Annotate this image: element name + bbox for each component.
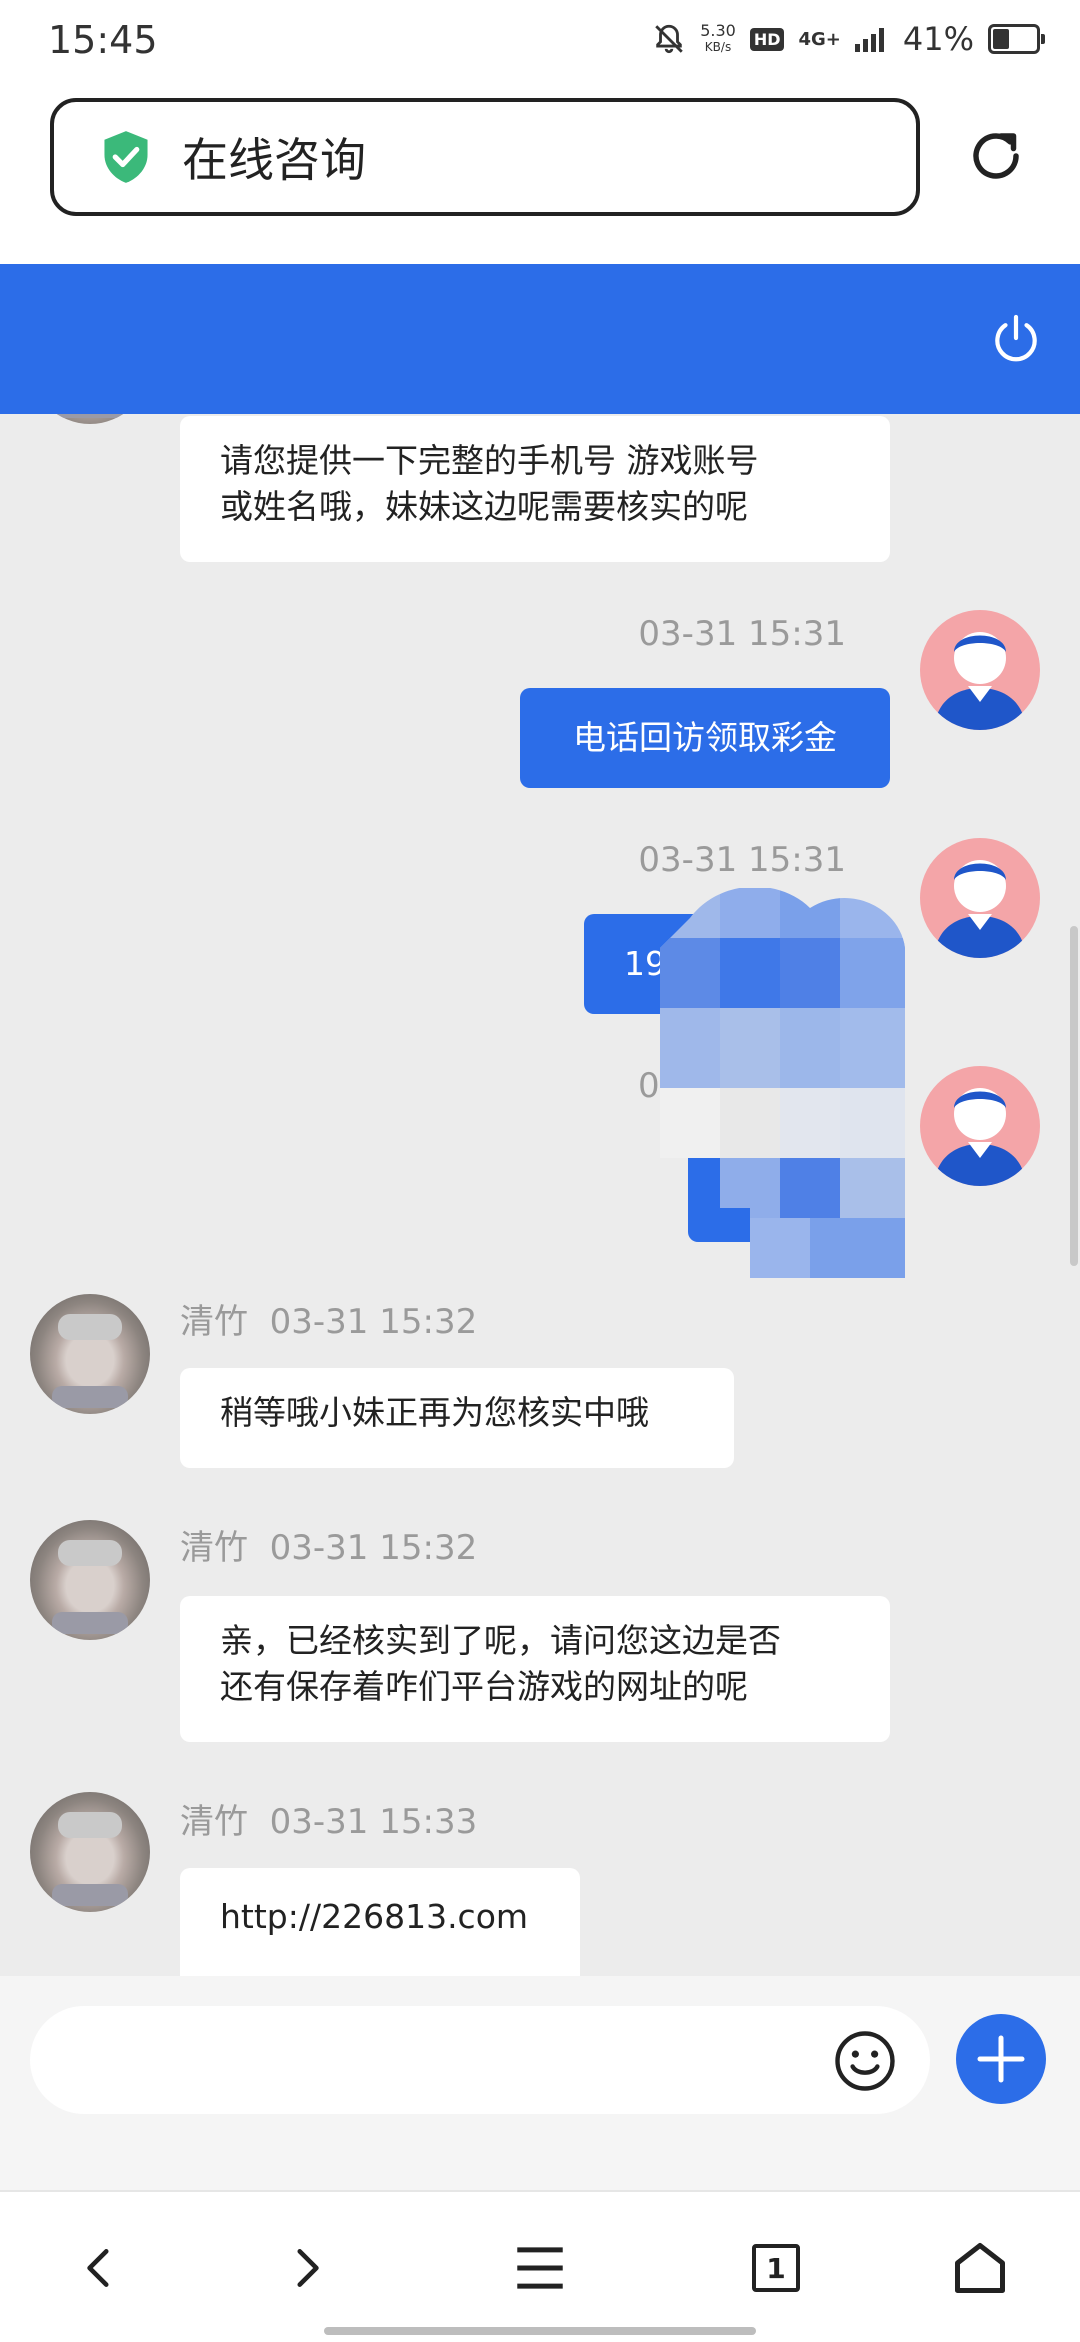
user-avatar xyxy=(920,1066,1040,1186)
message-timestamp: 03-31 15:32 xyxy=(269,1528,478,1568)
status-bar: 15:45 5.30 KB/s HD 4G+ 41% xyxy=(0,0,1080,88)
message-line: 还有保存着咋们平台游戏的网址的呢 xyxy=(220,1667,748,1706)
hd-badge: HD xyxy=(749,27,785,51)
user-avatar xyxy=(920,610,1040,730)
message-bubble: 亲，已经核实到了呢，请问您这边是否 还有保存着咋们平台游戏的网址的呢 xyxy=(180,1596,890,1742)
mute-bell-icon xyxy=(655,24,683,54)
net-speed-unit: KB/s xyxy=(704,40,732,54)
message-bubble: 稍等哦小妹正再为您核实中哦 xyxy=(180,1368,734,1468)
battery-percent: 41% xyxy=(902,20,974,58)
network-type: 4G+ xyxy=(798,28,841,50)
message-timestamp: 03-31 15:33 xyxy=(269,1802,478,1842)
message-meta: 清竹 03-31 15:32 xyxy=(180,1294,477,1343)
user-silhouette-icon xyxy=(934,860,1026,958)
message-line: 亲，已经核实到了呢，请问您这边是否 xyxy=(220,1621,781,1660)
agent-avatar xyxy=(30,414,150,424)
message-line: 或姓名哦，妹妹这边呢需要核实的呢 xyxy=(220,487,748,526)
battery-icon xyxy=(988,24,1045,54)
address-bar[interactable]: 在线咨询 xyxy=(50,98,920,216)
message-bubble: 请您提供一下完整的手机号 游戏账号 或姓名哦，妹妹这边呢需要核实的呢 xyxy=(180,416,890,562)
sender-name: 清竹 xyxy=(180,1302,248,1342)
back-button[interactable] xyxy=(60,2228,140,2308)
agent-avatar xyxy=(30,1294,150,1414)
browser-toolbar: 在线咨询 xyxy=(0,88,1080,264)
chat-scrollbar[interactable] xyxy=(1070,926,1078,1266)
tabs-button[interactable]: 1 xyxy=(736,2228,816,2308)
chat-header xyxy=(0,264,1080,414)
message-line: 请您提供一下完整的手机号 游戏账号 xyxy=(220,441,759,480)
home-button[interactable] xyxy=(940,2228,1020,2308)
agent-avatar xyxy=(30,1792,150,1912)
user-silhouette-icon xyxy=(934,1088,1026,1186)
menu-button[interactable] xyxy=(500,2228,580,2308)
status-time: 15:45 xyxy=(48,18,158,62)
net-speed-value: 5.30 xyxy=(700,21,736,40)
home-indicator[interactable] xyxy=(324,2327,756,2335)
message-input-bar xyxy=(0,1976,1080,2190)
message-timestamp: 03-31 15:31 xyxy=(638,614,846,654)
message-bubble: http://226813.com xyxy=(180,1868,580,1976)
signal-icon xyxy=(854,28,884,52)
browser-bottom-nav: 1 xyxy=(0,2190,1080,2342)
add-button[interactable] xyxy=(956,2014,1046,2104)
home-icon xyxy=(955,2243,1005,2293)
power-icon[interactable] xyxy=(988,310,1044,366)
user-silhouette-icon xyxy=(934,632,1026,730)
tabs-icon: 1 xyxy=(752,2244,800,2292)
status-icons: 5.30 KB/s HD 4G+ 41% xyxy=(652,20,1045,58)
user-avatar xyxy=(920,838,1040,958)
menu-icon xyxy=(517,2247,563,2289)
back-icon xyxy=(87,2249,109,2287)
battery-fill xyxy=(993,29,1009,49)
message-timestamp: 03-31 15:31 xyxy=(638,840,846,880)
agent-avatar xyxy=(30,1520,150,1640)
chat-messages[interactable]: 请您提供一下完整的手机号 游戏账号 或姓名哦，妹妹这边呢需要核实的呢 03-31… xyxy=(0,414,1080,1976)
message-bubble-outgoing: 电话回访领取彩金 xyxy=(520,688,890,788)
sender-name: 清竹 xyxy=(180,1528,248,1568)
forward-icon xyxy=(297,2249,319,2287)
tab-count: 1 xyxy=(766,2251,786,2285)
forward-button[interactable] xyxy=(266,2228,346,2308)
net-speed: 5.30 KB/s xyxy=(700,23,736,55)
message-meta: 清竹 03-31 15:33 xyxy=(180,1794,477,1843)
message-timestamp: 03-31 15:32 xyxy=(269,1302,478,1342)
message-text: 电话回访领取彩金 xyxy=(573,718,837,757)
page-title: 在线咨询 xyxy=(182,133,366,187)
sender-name: 清竹 xyxy=(180,1802,248,1842)
shield-check-icon xyxy=(104,131,148,183)
message-meta: 清竹 03-31 15:32 xyxy=(180,1520,477,1569)
emoji-icon[interactable] xyxy=(832,2028,898,2094)
message-input[interactable] xyxy=(30,2006,930,2114)
message-line: 稍等哦小妹正再为您核实中哦 xyxy=(220,1393,649,1432)
refresh-icon[interactable] xyxy=(966,126,1026,186)
message-link[interactable]: http://226813.com xyxy=(220,1894,540,1940)
privacy-mosaic xyxy=(660,888,905,1278)
plus-icon xyxy=(977,2035,1025,2083)
